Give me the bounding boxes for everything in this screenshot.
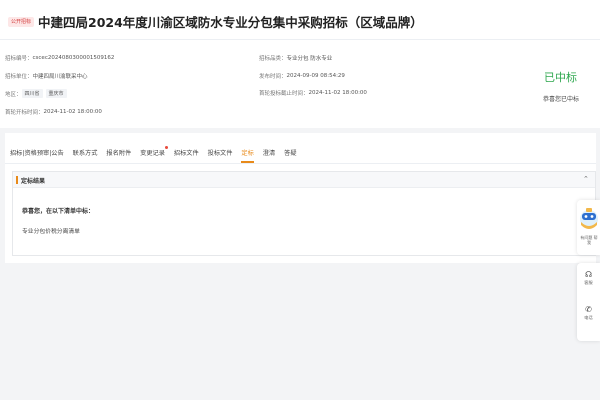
region-tag: 重庆市 — [45, 89, 67, 98]
tender-unit-value: 中建四局川渝联采中心 — [32, 74, 88, 80]
tender-type-badge: 公开招标 — [8, 16, 35, 27]
project-header: 公开招标 中建四局2024年度川渝区域防水专业分包集中采购招标（区域品牌） 招标… — [0, 0, 600, 128]
tab-bid-documents[interactable]: 投标文件 — [208, 148, 233, 157]
first-opening-time: 首轮开标时间： 2024-11-02 18:00:00 — [5, 108, 102, 116]
customer-service-label: 客服 — [584, 280, 593, 285]
region-label: 地区： — [5, 91, 22, 98]
detail-card: 招标|资格预审|公告 联系方式 报名附件 变更记录 招标文件 投标文件 定标 澄… — [5, 133, 596, 263]
header-divider — [0, 39, 600, 40]
assistant-mascot-icon — [580, 208, 598, 229]
bid-deadline-label: 首轮投标截止时间： — [259, 91, 309, 97]
phone-icon: ✆ — [585, 305, 592, 314]
tab-clarification[interactable]: 澄清 — [263, 148, 275, 157]
tab-tender-documents[interactable]: 招标文件 — [174, 148, 199, 157]
chevron-up-icon[interactable]: ⌃ — [583, 175, 589, 183]
bid-deadline-value: 2024-11-02 18:00:00 — [308, 90, 367, 96]
page-title: 中建四局2024年度川渝区域防水专业分包集中采购招标（区域品牌） — [38, 15, 423, 30]
tender-category-label: 招标品类： — [259, 56, 287, 62]
tab-registration-attachments[interactable]: 报名附件 — [106, 148, 131, 157]
first-opening-time-label: 首轮开标时间： — [5, 110, 44, 116]
tender-code-value: cscec2024080300001509162 — [32, 55, 115, 61]
award-result-header[interactable]: 定标结果 ⌃ — [13, 172, 595, 188]
bid-deadline: 首轮投标截止时间： 2024-11-02 18:00:00 — [259, 89, 367, 97]
tabs-divider — [5, 163, 596, 164]
tab-change-log[interactable]: 变更记录 — [140, 146, 168, 157]
region-tag: 四川省 — [21, 89, 43, 98]
customer-service-button[interactable]: ☊ 客服 — [577, 270, 600, 286]
phone-label: 电话 — [584, 315, 593, 320]
tender-category: 招标品类： 专业分包 防水专业 — [259, 54, 332, 62]
tab-announcement[interactable]: 招标|资格预审|公告 — [10, 148, 64, 157]
tab-award[interactable]: 定标 — [241, 148, 254, 163]
contact-buttons: ☊ 客服 ✆ 电话 — [577, 263, 600, 341]
floating-service-widget: 有问题 帮我 ☊ 客服 ✆ 电话 — [577, 200, 600, 341]
award-congrats-text: 恭喜您，在以下清单中标： — [22, 208, 95, 215]
awarded-package: 专业分包价税分离清单 — [22, 229, 80, 235]
phone-button[interactable]: ✆ 电话 — [577, 305, 600, 321]
award-result-panel: 定标结果 ⌃ 恭喜您，在以下清单中标： 专业分包价税分离清单 — [12, 171, 596, 256]
publish-time: 发布时间： 2024-09-09 08:54:29 — [259, 72, 345, 80]
tab-award-label: 定标 — [241, 150, 254, 157]
region: 地区： 四川省 重庆市 — [5, 89, 70, 98]
notification-dot-icon — [164, 146, 168, 149]
tab-contact[interactable]: 联系方式 — [73, 148, 98, 157]
tender-code-label: 招标编号： — [5, 56, 33, 62]
tender-unit: 招标单位： 中建四局川渝联采中心 — [5, 72, 88, 80]
award-status-subtext: 恭喜您已中标 — [543, 96, 580, 103]
first-opening-time-value: 2024-11-02 18:00:00 — [43, 109, 102, 115]
title-row: 公开招标 中建四局2024年度川渝区域防水专业分包集中采购招标（区域品牌） — [8, 12, 423, 31]
award-result-title: 定标结果 — [21, 178, 46, 185]
tender-unit-label: 招标单位： — [5, 74, 33, 80]
tab-qa[interactable]: 答疑 — [284, 148, 296, 157]
headset-icon: ☊ — [584, 270, 593, 279]
section-accent-bar — [16, 176, 18, 184]
help-assistant-label: 有问题 帮我 — [580, 235, 598, 245]
tender-category-value: 专业分包 防水专业 — [286, 56, 333, 62]
publish-time-label: 发布时间： — [259, 74, 287, 80]
award-status: 已中标 — [544, 71, 577, 84]
help-assistant-button[interactable]: 有问题 帮我 — [577, 200, 600, 255]
publish-time-value: 2024-09-09 08:54:29 — [286, 73, 345, 79]
tender-code: 招标编号： cscec2024080300001509162 — [5, 54, 114, 62]
tab-change-log-label: 变更记录 — [140, 150, 165, 157]
tab-bar: 招标|资格预审|公告 联系方式 报名附件 变更记录 招标文件 投标文件 定标 澄… — [10, 146, 306, 163]
